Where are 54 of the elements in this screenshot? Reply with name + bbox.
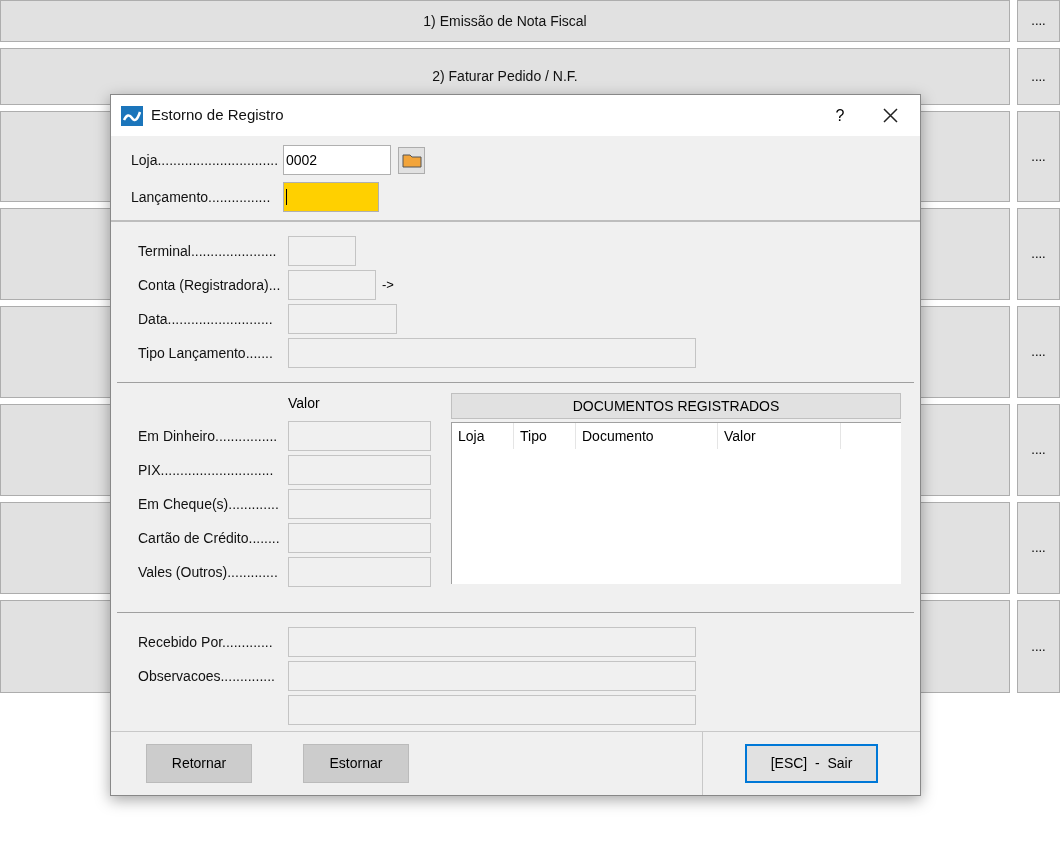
input-field[interactable] bbox=[288, 304, 397, 334]
input-field[interactable] bbox=[288, 695, 696, 725]
exit-button[interactable]: [ESC] - Sair bbox=[745, 744, 878, 783]
input-field[interactable] bbox=[288, 661, 696, 691]
action-button[interactable]: Retornar bbox=[146, 744, 252, 783]
input-field[interactable] bbox=[283, 182, 379, 212]
more-button[interactable]: .... bbox=[1017, 0, 1060, 42]
more-button[interactable]: .... bbox=[1017, 208, 1060, 300]
input-field[interactable] bbox=[288, 338, 696, 368]
input-field[interactable] bbox=[288, 557, 431, 587]
input-field[interactable] bbox=[288, 270, 376, 300]
arrow-text: -> bbox=[382, 276, 394, 295]
window-title: Estorno de Registro bbox=[151, 105, 284, 126]
field-label: Observacoes.............. bbox=[138, 666, 276, 686]
input-field[interactable] bbox=[288, 421, 431, 451]
field-label: Em Dinheiro................ bbox=[138, 426, 279, 446]
more-button[interactable]: .... bbox=[1017, 48, 1060, 105]
field-label: PIX............................. bbox=[138, 460, 275, 480]
field-label: Tipo Lançamento....... bbox=[138, 343, 274, 363]
column-header[interactable]: Valor bbox=[718, 423, 841, 449]
field-label: Vales (Outros)............. bbox=[138, 562, 279, 582]
field-label: Conta (Registradora)... bbox=[138, 275, 282, 295]
field-label: Em Cheque(s)............. bbox=[138, 494, 280, 514]
more-button[interactable]: .... bbox=[1017, 404, 1060, 496]
field-label: Terminal...................... bbox=[138, 241, 278, 261]
more-button[interactable]: .... bbox=[1017, 600, 1060, 693]
help-button[interactable]: ? bbox=[820, 103, 860, 128]
input-field[interactable] bbox=[288, 455, 431, 485]
column-header[interactable]: Documento bbox=[576, 423, 718, 449]
lookup-button[interactable] bbox=[398, 146, 425, 174]
folder-icon bbox=[401, 152, 422, 168]
column-header[interactable]: Tipo bbox=[514, 423, 576, 449]
input-field[interactable] bbox=[288, 627, 696, 657]
more-button[interactable]: .... bbox=[1017, 502, 1060, 594]
text-caret bbox=[286, 189, 287, 205]
field-label: Recebido Por............. bbox=[138, 632, 274, 652]
input-field[interactable]: 0002 bbox=[283, 145, 391, 175]
app-logo-icon bbox=[121, 105, 143, 126]
input-field[interactable] bbox=[288, 236, 356, 266]
column-header[interactable]: Loja bbox=[452, 423, 514, 449]
close-icon bbox=[882, 108, 898, 123]
action-button[interactable]: Estornar bbox=[303, 744, 409, 783]
documents-list[interactable]: Loja Tipo Documento Valor bbox=[451, 422, 901, 584]
column-heading: Valor bbox=[288, 394, 321, 413]
field-label: Data........................... bbox=[138, 309, 274, 329]
input-field[interactable] bbox=[288, 489, 431, 519]
more-button[interactable]: .... bbox=[1017, 111, 1060, 202]
more-button[interactable]: .... bbox=[1017, 306, 1060, 398]
field-label: Cartão de Crédito........ bbox=[138, 528, 281, 548]
menu-option-button[interactable]: 1) Emissão de Nota Fiscal bbox=[0, 0, 1010, 42]
input-field[interactable] bbox=[288, 523, 431, 553]
section-header: DOCUMENTOS REGISTRADOS bbox=[451, 393, 901, 419]
field-label: Loja............................... bbox=[131, 150, 280, 170]
field-label: Lançamento................ bbox=[131, 187, 272, 207]
